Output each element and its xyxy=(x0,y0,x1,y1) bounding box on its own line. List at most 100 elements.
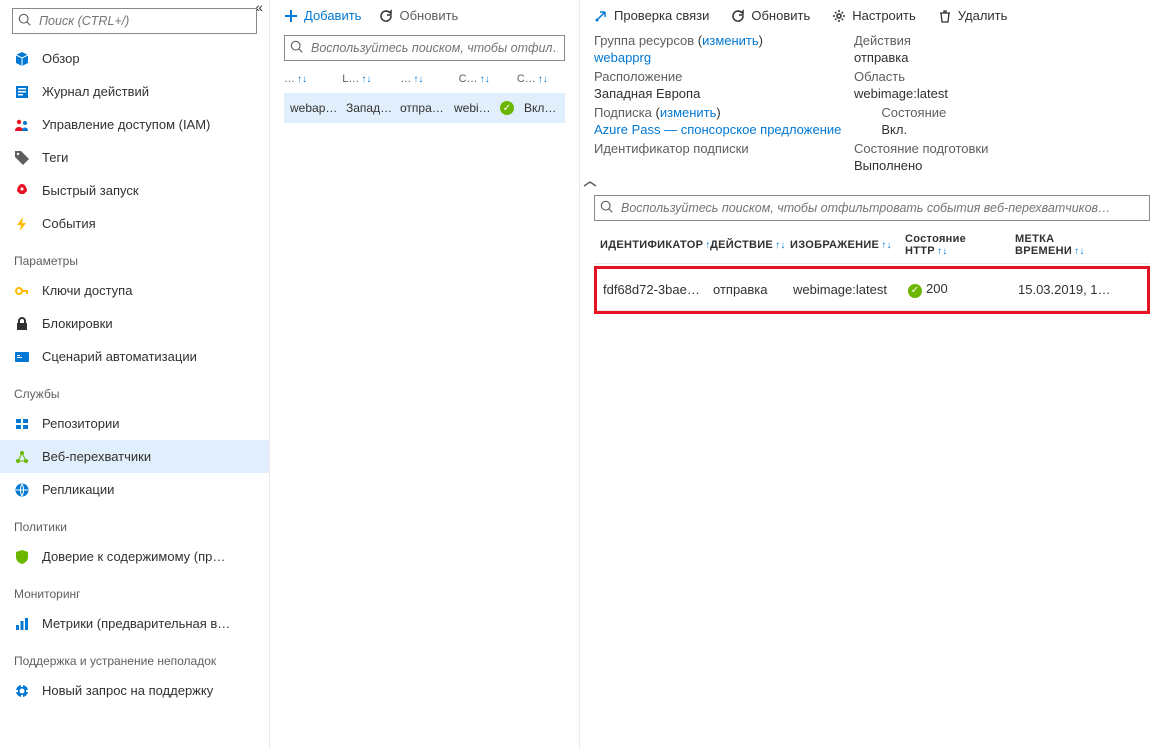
cell-http: ✓200 xyxy=(902,281,1012,298)
add-label: Добавить xyxy=(304,8,361,23)
cube-icon xyxy=(14,51,30,67)
key-icon xyxy=(14,283,30,299)
ping-label: Проверка связи xyxy=(614,8,709,23)
sidebar-item-replications[interactable]: Репликации xyxy=(0,473,269,506)
sidebar-item-events[interactable]: События xyxy=(0,207,269,240)
plus-icon xyxy=(284,9,298,23)
rg-change-link[interactable]: изменить xyxy=(702,33,759,48)
log-icon xyxy=(14,84,30,100)
events-search-input[interactable] xyxy=(594,195,1150,221)
delete-label: Удалить xyxy=(958,8,1008,23)
sidebar-item-label: Журнал действий xyxy=(42,84,149,99)
rocket-icon xyxy=(14,183,30,199)
right-toolbar: Проверка связи Обновить Настроить Удалит… xyxy=(580,0,1164,31)
col-http-status[interactable]: Состояние HTTP↑↓ xyxy=(899,233,1009,257)
col-status[interactable]: С…↑↓ xyxy=(517,73,565,85)
sidebar-item-support-request[interactable]: Новый запрос на поддержку xyxy=(0,674,269,707)
collapse-properties-chevron[interactable] xyxy=(580,175,1164,193)
script-icon xyxy=(14,349,30,365)
sidebar-list: Обзор Журнал действий Управление доступо… xyxy=(0,42,269,707)
add-button[interactable]: Добавить xyxy=(284,8,361,23)
state-value: Вкл. xyxy=(881,122,1101,137)
check-icon: ✓ xyxy=(500,101,514,115)
col-timestamp[interactable]: МЕТКА ВРЕМЕНИ↑↓ xyxy=(1009,233,1119,257)
sidebar-item-webhooks[interactable]: Веб-перехватчики xyxy=(0,440,269,473)
gear-icon xyxy=(832,9,846,23)
sidebar-item-label: Обзор xyxy=(42,51,80,66)
events-search[interactable] xyxy=(594,195,1150,221)
shield-icon xyxy=(14,549,30,565)
refresh-button[interactable]: Обновить xyxy=(379,8,458,23)
sub-value[interactable]: Azure Pass — спонсорское предложение xyxy=(594,122,841,137)
sidebar-search-input[interactable] xyxy=(12,8,257,34)
sidebar-item-iam[interactable]: Управление доступом (IAM) xyxy=(0,108,269,141)
cell-location: Запад… xyxy=(346,101,394,115)
repo-icon xyxy=(14,416,30,432)
col-identifier[interactable]: ИДЕНТИФИКАТОР↑↓ xyxy=(594,239,704,251)
loc-value: Западная Европа xyxy=(594,86,814,101)
sidebar-item-label: Репозитории xyxy=(42,416,119,431)
sidebar-item-label: Управление доступом (IAM) xyxy=(42,117,210,132)
sidebar-group-settings: Параметры xyxy=(0,240,269,274)
delete-button[interactable]: Удалить xyxy=(938,8,1008,23)
configure-label: Настроить xyxy=(852,8,916,23)
rg-value[interactable]: webapprg xyxy=(594,50,814,65)
prov-value: Выполнено xyxy=(854,158,1074,173)
sidebar-item-label: Репликации xyxy=(42,482,114,497)
search-icon xyxy=(600,200,614,214)
refresh-icon xyxy=(731,9,745,23)
sidebar-item-label: Ключи доступа xyxy=(42,283,132,298)
sidebar-item-tags[interactable]: Теги xyxy=(0,141,269,174)
sub-change-link[interactable]: изменить xyxy=(660,105,717,120)
mid-search[interactable] xyxy=(284,35,565,61)
check-icon: ✓ xyxy=(908,284,922,298)
prov-label: Состояние подготовки xyxy=(854,141,1074,156)
col-action[interactable]: …↑↓ xyxy=(400,73,448,85)
sidebar-item-metrics[interactable]: Метрики (предварительная ве… xyxy=(0,607,269,640)
sidebar-item-activity-log[interactable]: Журнал действий xyxy=(0,75,269,108)
refresh-button-r[interactable]: Обновить xyxy=(731,8,810,23)
col-location[interactable]: L…↑↓ xyxy=(342,73,390,85)
sidebar-item-label: Теги xyxy=(42,150,68,165)
configure-button[interactable]: Настроить xyxy=(832,8,916,23)
sidebar-search[interactable] xyxy=(12,8,257,34)
sub-label: Подписка xyxy=(594,105,652,120)
sidebar-item-quickstart[interactable]: Быстрый запуск xyxy=(0,174,269,207)
sidebar-item-locks[interactable]: Блокировки xyxy=(0,307,269,340)
sidebar-item-access-keys[interactable]: Ключи доступа xyxy=(0,274,269,307)
scope-value: webimage:latest xyxy=(854,86,1074,101)
cell-status: Вкл… xyxy=(524,101,558,115)
actions-value: отправка xyxy=(854,50,1074,65)
col-image[interactable]: ИЗОБРАЖЕНИЕ↑↓ xyxy=(784,239,899,251)
sidebar-item-label: События xyxy=(42,216,96,231)
chart-icon xyxy=(14,616,30,632)
webhook-row[interactable]: webap… Запад… отпра… webi… ✓ Вкл… xyxy=(284,93,565,123)
refresh-label-r: Обновить xyxy=(751,8,810,23)
mid-search-input[interactable] xyxy=(284,35,565,61)
col-scope[interactable]: С…↑↓ xyxy=(459,73,507,85)
refresh-label: Обновить xyxy=(399,8,458,23)
sidebar-item-label: Блокировки xyxy=(42,316,113,331)
event-row[interactable]: fdf68d72-3bae-4… отправка webimage:lates… xyxy=(597,269,1147,311)
col-action[interactable]: ДЕЙСТВИЕ↑↓ xyxy=(704,239,784,251)
ping-button[interactable]: Проверка связи xyxy=(594,8,709,23)
mid-toolbar: Добавить Обновить xyxy=(270,0,579,31)
globe-icon xyxy=(14,482,30,498)
actions-label: Действия xyxy=(854,33,1074,48)
sidebar-item-label: Веб-перехватчики xyxy=(42,449,151,464)
loc-label: Расположение xyxy=(594,69,814,84)
lock-icon xyxy=(14,316,30,332)
highlighted-event-row: fdf68d72-3bae-4… отправка webimage:lates… xyxy=(594,266,1150,314)
sidebar-group-monitoring: Мониторинг xyxy=(0,573,269,607)
support-icon xyxy=(14,683,30,699)
trash-icon xyxy=(938,9,952,23)
sidebar-item-repositories[interactable]: Репозитории xyxy=(0,407,269,440)
ping-icon xyxy=(594,9,608,23)
sidebar-item-automation[interactable]: Сценарий автоматизации xyxy=(0,340,269,373)
sidebar-item-label: Метрики (предварительная ве… xyxy=(42,616,232,631)
col-name[interactable]: …↑↓ xyxy=(284,73,332,85)
mid-column-headers: …↑↓ L…↑↓ …↑↓ С…↑↓ С…↑↓ xyxy=(284,65,565,93)
sidebar-item-content-trust[interactable]: Доверие к содержимому (пре… xyxy=(0,540,269,573)
sidebar-item-overview[interactable]: Обзор xyxy=(0,42,269,75)
sidebar-group-services: Службы xyxy=(0,373,269,407)
